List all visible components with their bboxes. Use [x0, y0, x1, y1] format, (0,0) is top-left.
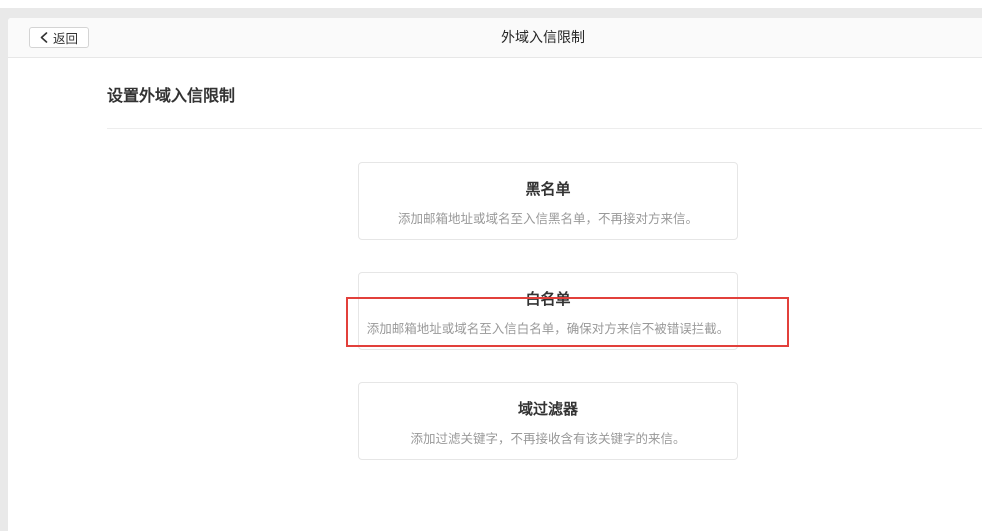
- screenshot-viewport: 返回 外域入信限制 设置外域入信限制 黑名单 添加邮箱地址或域名至入信黑名单，不…: [0, 0, 982, 531]
- card-domain-filter-title: 域过滤器: [359, 398, 737, 419]
- card-blacklist-title: 黑名单: [359, 178, 737, 199]
- card-blacklist[interactable]: 黑名单 添加邮箱地址或域名至入信黑名单，不再接对方来信。: [358, 162, 738, 240]
- topbar: 返回 外域入信限制: [8, 18, 982, 58]
- back-button-label: 返回: [53, 28, 78, 47]
- card-whitelist-title: 白名单: [359, 288, 737, 309]
- section-heading: 设置外域入信限制: [107, 82, 235, 106]
- page-title: 外域入信限制: [501, 18, 585, 57]
- card-blacklist-description: 添加邮箱地址或域名至入信黑名单，不再接对方来信。: [359, 208, 737, 227]
- main-panel: 返回 外域入信限制 设置外域入信限制 黑名单 添加邮箱地址或域名至入信黑名单，不…: [8, 18, 982, 531]
- card-domain-filter[interactable]: 域过滤器 添加过滤关键字，不再接收含有该关键字的来信。: [358, 382, 738, 460]
- back-chevron-icon: [40, 32, 48, 43]
- card-domain-filter-description: 添加过滤关键字，不再接收含有该关键字的来信。: [359, 428, 737, 447]
- section-divider: [107, 128, 982, 129]
- card-whitelist[interactable]: 白名单 添加邮箱地址或域名至入信白名单，确保对方来信不被错误拦截。: [358, 272, 738, 350]
- card-whitelist-description: 添加邮箱地址或域名至入信白名单，确保对方来信不被错误拦截。: [359, 318, 737, 337]
- back-button[interactable]: 返回: [29, 27, 89, 48]
